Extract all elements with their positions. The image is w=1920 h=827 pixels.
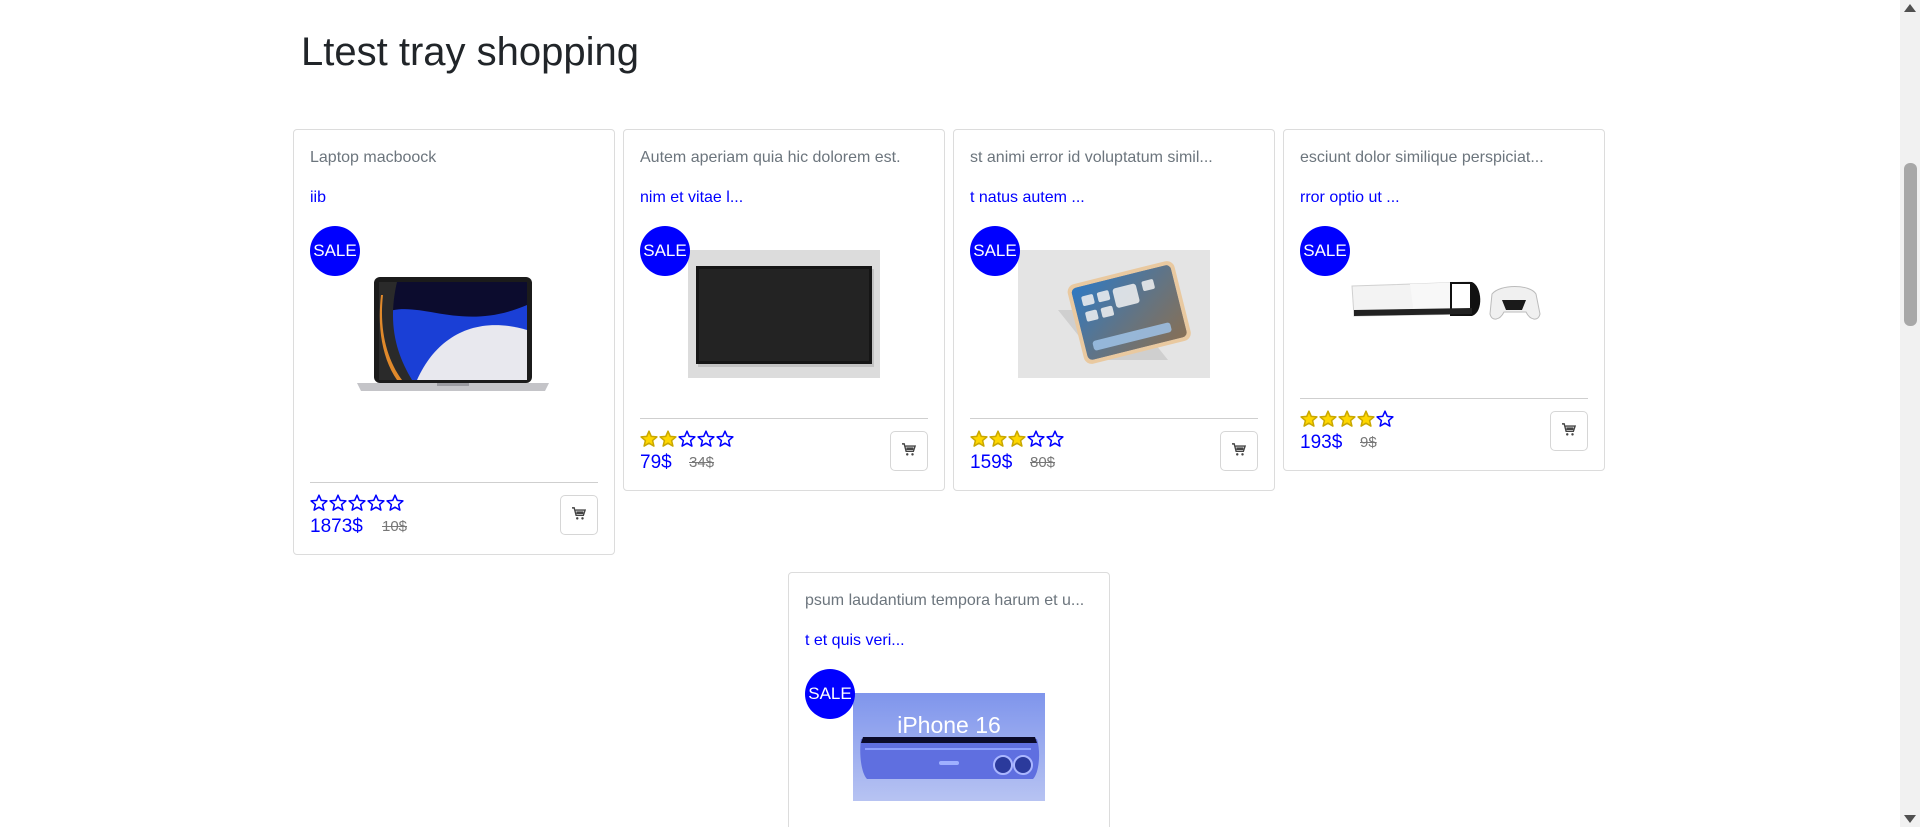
star-filled-icon	[640, 430, 658, 448]
star-filled-icon	[989, 430, 1007, 448]
product-card: psum laudantium tempora harum et u... t …	[788, 572, 1110, 827]
star-empty-icon	[386, 494, 404, 512]
product-link[interactable]: t natus autem ...	[970, 189, 1085, 207]
scroll-down-arrow-icon[interactable]	[1904, 815, 1916, 823]
star-empty-icon	[678, 430, 696, 448]
star-empty-icon	[716, 430, 734, 448]
scrollbar-thumb[interactable]	[1904, 163, 1917, 326]
product-image-iphone: iPhone 16	[853, 693, 1045, 801]
star-filled-icon	[1319, 410, 1337, 428]
product-card: esciunt dolor similique perspiciat... rr…	[1283, 129, 1605, 471]
sale-badge: SALE	[1300, 226, 1350, 276]
rating-stars	[1300, 410, 1394, 428]
product-card: st animi error id voluptatum simil... t …	[953, 129, 1275, 491]
star-filled-icon	[1008, 430, 1026, 448]
product-image-macbook	[357, 275, 549, 399]
star-empty-icon	[348, 494, 366, 512]
product-card: Autem aperiam quia hic dolorem est. nim …	[623, 129, 945, 491]
rating-stars	[970, 430, 1064, 448]
star-filled-icon	[970, 430, 988, 448]
product-price: 193$	[1300, 432, 1343, 453]
product-title: st animi error id voluptatum simil...	[970, 149, 1213, 166]
star-empty-icon	[329, 494, 347, 512]
page-title: Ltest tray shopping	[301, 30, 639, 74]
cart-icon	[572, 506, 587, 524]
star-empty-icon	[1046, 430, 1064, 448]
rating-stars	[310, 494, 404, 512]
old-price: 9$	[1360, 434, 1377, 451]
product-link[interactable]: rror optio ut ...	[1300, 189, 1400, 207]
product-link[interactable]: iib	[310, 189, 326, 207]
product-price: 159$	[970, 452, 1013, 473]
product-title: Autem aperiam quia hic dolorem est.	[640, 149, 901, 166]
product-link[interactable]: nim et vitae l...	[640, 189, 743, 207]
sale-badge: SALE	[640, 226, 690, 276]
star-filled-icon	[1338, 410, 1356, 428]
product-title: esciunt dolor similique perspiciat...	[1300, 149, 1544, 166]
sale-badge: SALE	[310, 226, 360, 276]
product-title: Laptop macboock	[310, 149, 437, 166]
old-price: 34$	[689, 454, 715, 471]
product-link[interactable]: t et quis veri...	[805, 632, 905, 650]
add-to-cart-button[interactable]	[1550, 411, 1588, 451]
add-to-cart-button[interactable]	[560, 495, 598, 535]
star-filled-icon	[659, 430, 677, 448]
product-price: 79$	[640, 452, 672, 473]
add-to-cart-button[interactable]	[890, 431, 928, 471]
cart-icon	[1232, 442, 1247, 460]
product-image-tv	[688, 250, 880, 378]
sale-badge: SALE	[970, 226, 1020, 276]
star-empty-icon	[1376, 410, 1394, 428]
product-title: psum laudantium tempora harum et u...	[805, 592, 1085, 609]
star-empty-icon	[697, 430, 715, 448]
product-image-ps5	[1350, 274, 1542, 334]
rating-stars	[640, 430, 734, 448]
product-card: Laptop macboock iib SALE 1873$ 10$	[293, 129, 615, 555]
star-empty-icon	[367, 494, 385, 512]
old-price: 80$	[1030, 454, 1056, 471]
product-image-ipad	[1018, 250, 1210, 378]
cart-icon	[1562, 422, 1577, 440]
star-filled-icon	[1300, 410, 1318, 428]
star-empty-icon	[1027, 430, 1045, 448]
product-price: 1873$	[310, 516, 363, 537]
star-filled-icon	[1357, 410, 1375, 428]
add-to-cart-button[interactable]	[1220, 431, 1258, 471]
scroll-up-arrow-icon[interactable]	[1904, 4, 1916, 12]
sale-badge: SALE	[805, 669, 855, 719]
old-price: 10$	[382, 518, 408, 535]
vertical-scrollbar[interactable]	[1900, 0, 1920, 827]
star-empty-icon	[310, 494, 328, 512]
iphone-image-text: iPhone 16	[897, 712, 1001, 738]
cart-icon	[902, 442, 917, 460]
